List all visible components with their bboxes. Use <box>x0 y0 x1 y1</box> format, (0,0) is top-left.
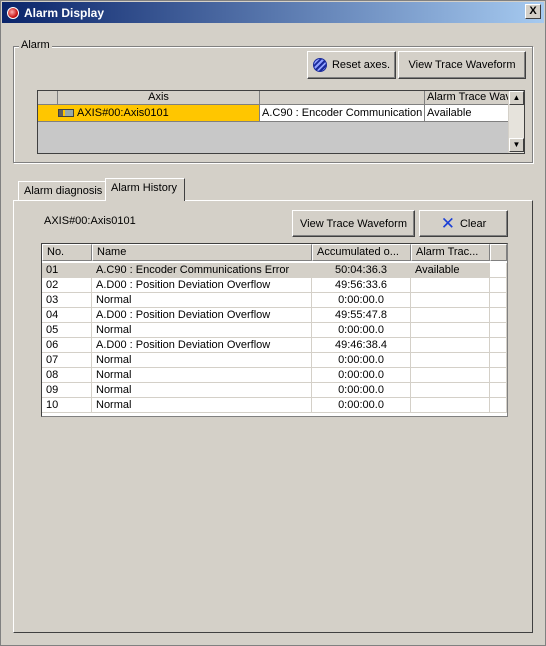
row-accumulated-time: 0:00:00.0 <box>312 383 411 398</box>
col-no-header[interactable]: No. <box>42 244 92 261</box>
row-extra <box>490 338 507 353</box>
row-extra <box>490 263 507 278</box>
history-axis-label: AXIS#00:Axis0101 <box>44 215 136 227</box>
alarm-display-window: Alarm Display X Alarm Reset axes. View T… <box>0 0 546 646</box>
row-extra <box>490 368 507 383</box>
row-extra <box>490 308 507 323</box>
view-trace-waveform-button-top[interactable]: View Trace Waveform <box>398 51 526 79</box>
row-accumulated-time: 0:00:00.0 <box>312 293 411 308</box>
axis-icon <box>58 109 74 118</box>
row-accumulated-time: 49:56:33.6 <box>312 278 411 293</box>
row-alarm-trace <box>411 398 490 413</box>
row-name: A.D00 : Position Deviation Overflow <box>92 338 312 353</box>
row-extra <box>490 398 507 413</box>
row-alarm-trace <box>411 323 490 338</box>
row-name: Normal <box>92 368 312 383</box>
row-accumulated-time: 49:46:38.4 <box>312 338 411 353</box>
row-accumulated-time: 0:00:00.0 <box>312 353 411 368</box>
table-header: No. Name Accumulated o... Alarm Trac... <box>42 244 507 261</box>
reset-axes-button[interactable]: Reset axes. <box>307 51 396 79</box>
table-row[interactable]: 04 A.D00 : Position Deviation Overflow 49:… <box>42 308 507 323</box>
row-extra <box>490 323 507 338</box>
row-extra <box>490 278 507 293</box>
col-accumulated-header[interactable]: Accumulated o... <box>312 244 411 261</box>
view-trace-waveform-button[interactable]: View Trace Waveform <box>292 210 415 237</box>
alarm-grid-scrollbar[interactable]: ▲ ▼ <box>508 91 524 153</box>
clear-x-icon: ✕ <box>440 213 455 233</box>
col-name-header[interactable]: Name <box>92 244 312 261</box>
row-accumulated-time: 0:00:00.0 <box>312 368 411 383</box>
row-alarm-trace: Available <box>411 263 490 278</box>
scroll-down-icon[interactable]: ▼ <box>509 138 524 152</box>
row-no: 05 <box>42 323 92 338</box>
alarm-history-table[interactable]: No. Name Accumulated o... Alarm Trac... … <box>41 243 508 417</box>
alarm-trace-column-header[interactable]: Alarm Trace Wav <box>425 91 509 105</box>
table-row[interactable]: 09 Normal 0:00:00.0 <box>42 383 507 398</box>
view-trace-label: View Trace Waveform <box>408 59 516 71</box>
reset-axes-label: Reset axes. <box>331 59 391 71</box>
row-no: 06 <box>42 338 92 353</box>
row-name: A.C90 : Encoder Communications Error <box>92 263 312 278</box>
table-row[interactable]: 05 Normal 0:00:00.0 <box>42 323 507 338</box>
row-name: A.D00 : Position Deviation Overflow <box>92 308 312 323</box>
table-row[interactable]: 07 Normal 0:00:00.0 <box>42 353 507 368</box>
row-accumulated-time: 49:55:47.8 <box>312 308 411 323</box>
row-name: A.D00 : Position Deviation Overflow <box>92 278 312 293</box>
clear-button[interactable]: ✕ Clear <box>419 210 508 237</box>
axis-name: AXIS#00:Axis0101 <box>77 107 169 119</box>
reset-icon <box>312 58 327 72</box>
table-row[interactable]: 02 A.D00 : Position Deviation Overflow 49:… <box>42 278 507 293</box>
row-name: Normal <box>92 383 312 398</box>
alarm-cell[interactable]: A.C90 : Encoder Communication <box>260 105 425 122</box>
clear-label: Clear <box>459 217 487 230</box>
title-bar: Alarm Display X <box>2 2 544 23</box>
row-accumulated-time: 50:04:36.3 <box>312 263 411 278</box>
row-accumulated-time: 0:00:00.0 <box>312 323 411 338</box>
row-no: 08 <box>42 368 92 383</box>
row-alarm-trace <box>411 338 490 353</box>
app-icon <box>7 6 19 19</box>
row-extra <box>490 353 507 368</box>
alarm-group-label: Alarm <box>19 39 52 51</box>
row-no: 10 <box>42 398 92 413</box>
row-accumulated-time: 0:00:00.0 <box>312 398 411 413</box>
row-no: 01 <box>42 263 92 278</box>
row-no: 03 <box>42 293 92 308</box>
alarm-grid[interactable]: Axis Alarm Trace Wav AXIS#00:Axis0101 A.… <box>37 90 525 154</box>
axis-cell[interactable]: AXIS#00:Axis0101 <box>38 105 260 122</box>
tab-alarm-diagnosis[interactable]: Alarm diagnosis <box>18 181 106 201</box>
window-title: Alarm Display <box>24 5 105 20</box>
row-no: 02 <box>42 278 92 293</box>
row-alarm-trace <box>411 278 490 293</box>
col-alarm-trace-header[interactable]: Alarm Trac... <box>411 244 490 261</box>
grid-corner-header <box>38 91 58 105</box>
axis-column-header[interactable]: Axis <box>58 91 260 105</box>
row-no: 09 <box>42 383 92 398</box>
scroll-up-icon[interactable]: ▲ <box>509 91 524 105</box>
table-row[interactable]: 10 Normal 0:00:00.0 <box>42 398 507 413</box>
row-extra <box>490 383 507 398</box>
row-alarm-trace <box>411 368 490 383</box>
row-alarm-trace <box>411 308 490 323</box>
table-row[interactable]: 01 A.C90 : Encoder Communications Error 50… <box>42 263 507 278</box>
row-alarm-trace <box>411 353 490 368</box>
row-alarm-trace <box>411 383 490 398</box>
tab-alarm-history[interactable]: Alarm History <box>105 178 185 201</box>
table-row[interactable]: 03 Normal 0:00:00.0 <box>42 293 507 308</box>
table-row[interactable]: 08 Normal 0:00:00.0 <box>42 368 507 383</box>
row-name: Normal <box>92 323 312 338</box>
col-extra-header <box>490 244 507 261</box>
close-icon[interactable]: X <box>525 4 541 19</box>
row-name: Normal <box>92 353 312 368</box>
alarm-column-header[interactable] <box>260 91 425 105</box>
table-row[interactable]: 06 A.D00 : Position Deviation Overflow 49:… <box>42 338 507 353</box>
row-extra <box>490 293 507 308</box>
row-name: Normal <box>92 398 312 413</box>
row-no: 07 <box>42 353 92 368</box>
row-no: 04 <box>42 308 92 323</box>
row-alarm-trace <box>411 293 490 308</box>
row-name: Normal <box>92 293 312 308</box>
history-view-trace-label: View Trace Waveform <box>300 217 407 230</box>
alarm-trace-cell[interactable]: Available <box>425 105 509 122</box>
